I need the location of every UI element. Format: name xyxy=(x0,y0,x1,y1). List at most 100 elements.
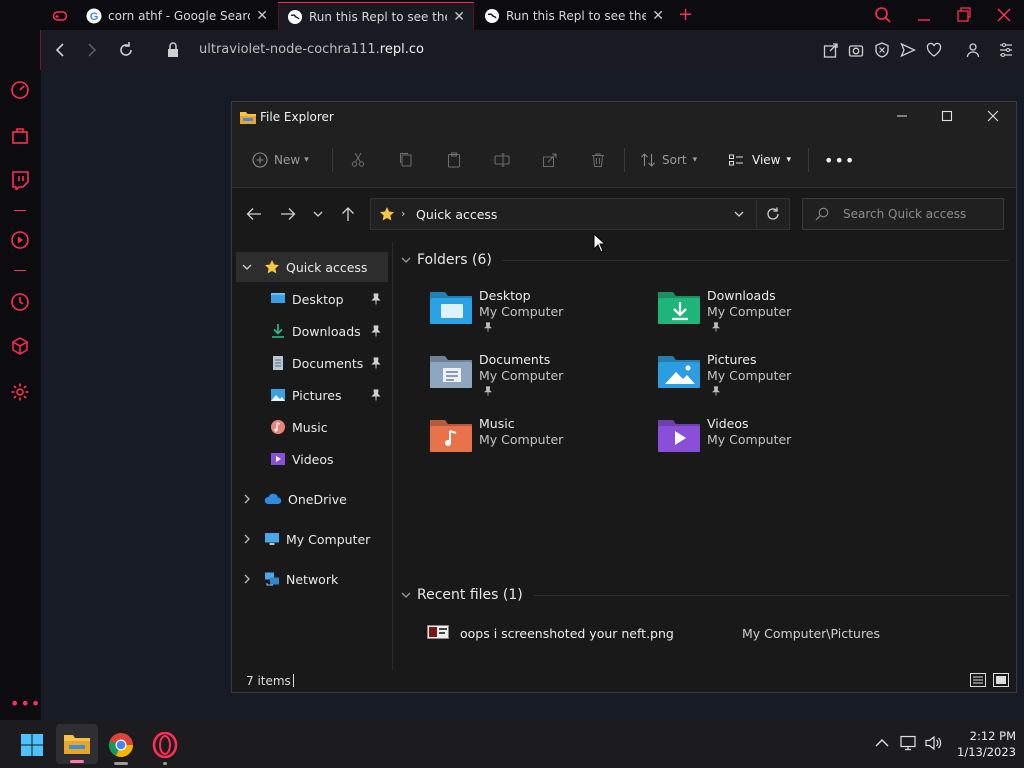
copy-button[interactable] xyxy=(398,144,414,176)
videos-icon xyxy=(270,451,286,467)
search-tabs-icon[interactable] xyxy=(874,6,892,24)
volume-icon[interactable] xyxy=(925,735,943,751)
pin-icon[interactable] xyxy=(370,293,382,305)
cut-button[interactable] xyxy=(350,144,366,176)
details-view-icon[interactable] xyxy=(970,673,986,687)
show-hidden-icons-chevron-icon[interactable] xyxy=(875,738,889,748)
adblock-shield-icon[interactable] xyxy=(874,42,890,58)
search-box[interactable]: Search Quick access xyxy=(802,198,1004,230)
recent-file-row[interactable]: oops i screenshoted your neft.png My Com… xyxy=(423,622,1003,646)
folder-videos[interactable]: Videos My Computer xyxy=(657,414,877,470)
forward-arrow-icon[interactable] xyxy=(280,207,296,221)
close-icon[interactable] xyxy=(987,110,999,122)
reload-icon[interactable] xyxy=(118,41,134,59)
paste-button[interactable] xyxy=(446,144,462,176)
tree-item-my-computer[interactable]: My Computer xyxy=(236,524,388,554)
close-tab-icon[interactable]: ✕ xyxy=(453,9,465,25)
folder-downloads[interactable]: Downloads My Computer xyxy=(657,286,877,342)
collapse-chevron-icon[interactable] xyxy=(401,590,411,600)
tree-item-onedrive[interactable]: OneDrive xyxy=(236,484,388,514)
address-box[interactable]: › Quick access xyxy=(370,198,790,230)
recent-group-header[interactable]: Recent files (1) xyxy=(401,587,1009,603)
pin-icon[interactable] xyxy=(370,389,382,401)
recent-locations-chevron-icon[interactable] xyxy=(312,208,324,220)
shopping-icon[interactable] xyxy=(10,126,30,146)
player-icon[interactable] xyxy=(10,230,30,250)
forward-icon[interactable] xyxy=(85,42,99,58)
folder-location: My Computer xyxy=(707,432,792,447)
expand-chevron-icon[interactable] xyxy=(242,494,258,504)
tab-repl-active[interactable]: Run this Repl to see the res ✕ xyxy=(278,2,474,30)
tree-item-quick-access[interactable]: Quick access xyxy=(236,252,388,282)
folders-group-header[interactable]: Folders (6) xyxy=(401,252,1009,268)
network-status-icon[interactable] xyxy=(900,735,918,751)
new-button[interactable]: New ▾ xyxy=(252,144,309,176)
sidebar-more-icon[interactable]: ••• xyxy=(10,694,41,713)
tree-item-downloads[interactable]: Downloads xyxy=(236,316,388,346)
opera-taskbar-icon[interactable] xyxy=(152,732,178,765)
folder-pictures[interactable]: Pictures My Computer xyxy=(657,350,877,406)
tree-item-pictures[interactable]: Pictures xyxy=(236,380,388,410)
back-icon[interactable] xyxy=(53,42,67,58)
music-folder-icon xyxy=(429,416,473,454)
file-explorer-icon xyxy=(64,732,90,754)
tab-google-search[interactable]: G corn athf - Google Search ✕ xyxy=(78,2,276,30)
twitch-icon[interactable] xyxy=(10,170,30,190)
rename-button[interactable] xyxy=(494,144,510,176)
sort-button[interactable]: Sort ▾ xyxy=(640,144,697,176)
folder-documents[interactable]: Documents My Computer xyxy=(429,350,649,406)
back-arrow-icon[interactable] xyxy=(246,207,262,221)
tree-item-desktop[interactable]: Desktop xyxy=(236,284,388,314)
history-icon[interactable] xyxy=(10,292,30,312)
url-field[interactable]: ultraviolet-node-cochra111.repl.co xyxy=(199,42,424,57)
up-arrow-icon[interactable] xyxy=(340,206,356,222)
expand-chevron-icon[interactable] xyxy=(242,262,258,272)
tab-repl[interactable]: Run this Repl to see the res ✕ xyxy=(476,2,672,30)
pin-icon[interactable] xyxy=(370,357,382,369)
tree-item-music[interactable]: Music xyxy=(236,412,388,442)
restore-browser-icon[interactable] xyxy=(956,6,972,24)
start-button[interactable] xyxy=(20,733,44,757)
lock-icon[interactable] xyxy=(167,42,179,58)
folder-music[interactable]: Music My Computer xyxy=(429,414,649,470)
expand-chevron-icon[interactable] xyxy=(242,534,258,544)
view-button[interactable]: View ▾ xyxy=(728,144,791,176)
tree-label: Documents xyxy=(292,355,364,371)
more-options-icon[interactable]: ••• xyxy=(824,144,855,176)
taskbar-file-explorer[interactable] xyxy=(56,724,98,764)
file-explorer-title-bar[interactable]: File Explorer xyxy=(232,102,1016,132)
tree-item-network[interactable]: Network xyxy=(236,564,388,594)
clock[interactable]: 2:12 PM 1/13/2023 xyxy=(952,728,1016,760)
tiles-view-icon[interactable] xyxy=(993,673,1009,687)
tree-item-videos[interactable]: Videos xyxy=(236,444,388,474)
maximize-icon[interactable] xyxy=(941,110,953,122)
share-button[interactable] xyxy=(542,144,558,176)
camera-icon[interactable] xyxy=(848,42,864,58)
expand-chevron-icon[interactable] xyxy=(242,574,258,584)
extensions-icon[interactable] xyxy=(10,336,30,356)
settings-gear-icon[interactable] xyxy=(10,382,30,402)
breadcrumb[interactable]: Quick access xyxy=(416,207,497,222)
refresh-icon[interactable] xyxy=(765,206,781,222)
folder-desktop[interactable]: Desktop My Computer xyxy=(429,286,649,342)
easy-setup-icon[interactable] xyxy=(998,42,1014,58)
share-icon[interactable] xyxy=(823,42,839,58)
send-icon[interactable] xyxy=(900,42,916,58)
close-browser-icon[interactable] xyxy=(996,6,1012,24)
tree-item-documents[interactable]: Documents xyxy=(236,348,388,378)
pin-icon[interactable] xyxy=(370,325,382,337)
chrome-icon[interactable] xyxy=(108,732,134,765)
close-tab-icon[interactable]: ✕ xyxy=(256,8,268,24)
new-tab-button[interactable]: + xyxy=(678,4,693,25)
profile-icon[interactable] xyxy=(965,42,981,58)
minimize-icon[interactable] xyxy=(896,110,908,122)
collapse-chevron-icon[interactable] xyxy=(401,255,411,265)
heart-icon[interactable] xyxy=(926,42,942,58)
tab-gaming[interactable] xyxy=(44,2,74,30)
address-dropdown-icon[interactable] xyxy=(733,208,745,220)
close-tab-icon[interactable]: ✕ xyxy=(652,8,664,24)
delete-button[interactable] xyxy=(590,144,606,176)
search-input[interactable]: Search Quick access xyxy=(843,207,966,221)
minimize-browser-icon[interactable] xyxy=(916,6,932,24)
speed-dial-icon[interactable] xyxy=(10,80,30,100)
